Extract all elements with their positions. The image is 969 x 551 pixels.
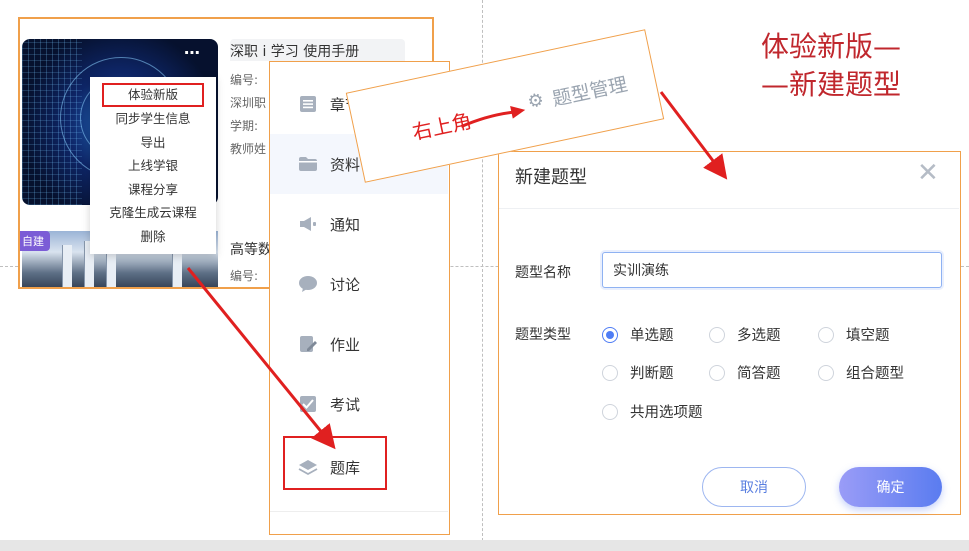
- question-type-kind-label: 题型类型: [515, 327, 571, 343]
- folder-icon: [298, 155, 318, 173]
- radio-single-choice[interactable]: 单选题: [602, 324, 674, 345]
- radio-short-answer[interactable]: 简答题: [709, 362, 781, 383]
- new-question-type-dialog: 新建题型 ✕ 题型名称 题型类型 单选题 多选题 填空题 判断题 简答题 组合题…: [498, 151, 961, 515]
- menu-item-share-course[interactable]: 课程分享: [90, 178, 216, 202]
- course-info-line-2: 编号:: [230, 269, 259, 283]
- radio-unchecked-icon: [818, 364, 834, 381]
- radio-checked-icon: [602, 326, 618, 343]
- question-bank-highlight: [283, 436, 387, 490]
- sidebar-item-exam[interactable]: 考试: [270, 374, 448, 434]
- radio-label: 单选题: [630, 328, 674, 344]
- sidebar-item-label: 作业: [330, 335, 361, 354]
- radio-label: 组合题型: [846, 366, 904, 382]
- cancel-button[interactable]: 取消: [702, 467, 806, 507]
- list-icon: [298, 95, 318, 113]
- more-options-icon[interactable]: ⋯: [184, 43, 201, 62]
- radio-fill-blank[interactable]: 填空题: [818, 324, 890, 345]
- course-title-2[interactable]: 高等数: [230, 239, 272, 259]
- sidebar-divider: [270, 511, 448, 512]
- sidebar-item-label: 考试: [330, 395, 361, 414]
- menu-item-clone-cloud-course[interactable]: 克隆生成云课程: [90, 201, 216, 225]
- exam-icon: [298, 395, 318, 413]
- sidebar-item-label: 讨论: [330, 275, 361, 294]
- radio-shared-options[interactable]: 共用选项题: [602, 401, 703, 422]
- menu-item-export[interactable]: 导出: [90, 131, 216, 155]
- megaphone-icon: [298, 215, 318, 233]
- annotation-line-2: —新建题型: [761, 68, 902, 101]
- radio-unchecked-icon: [709, 364, 725, 381]
- callout-arrow: [460, 105, 526, 128]
- course-card-info-2: 高等数 编号:: [230, 239, 272, 284]
- dialog-title: 新建题型: [515, 167, 587, 188]
- question-type-management-link[interactable]: 题型管理: [550, 69, 630, 111]
- chat-bubble-icon: [298, 275, 318, 293]
- sidebar-item-label: 通知: [330, 215, 361, 234]
- radio-unchecked-icon: [602, 364, 618, 381]
- radio-label: 共用选项题: [630, 405, 703, 421]
- context-menu: 体验新版 同步学生信息 导出 上线学银 课程分享 克隆生成云课程 删除: [90, 77, 216, 254]
- radio-true-false[interactable]: 判断题: [602, 362, 674, 383]
- question-type-name-input[interactable]: [602, 252, 942, 288]
- sidebar-item-notices[interactable]: 通知: [270, 194, 448, 254]
- radio-label: 填空题: [846, 328, 890, 344]
- close-icon[interactable]: ✕: [917, 160, 939, 186]
- radio-multiple-choice[interactable]: 多选题: [709, 324, 781, 345]
- dialog-divider: [499, 208, 959, 209]
- sidebar-item-discussion[interactable]: 讨论: [270, 254, 448, 314]
- radio-label: 多选题: [737, 328, 781, 344]
- annotation-line-1: 体验新版—: [761, 30, 902, 63]
- menu-item-try-new-version[interactable]: 体验新版: [102, 83, 204, 107]
- radio-combined[interactable]: 组合题型: [818, 362, 904, 383]
- confirm-button[interactable]: 确定: [839, 467, 942, 507]
- radio-unchecked-icon: [602, 403, 618, 420]
- menu-item-publish-xueyin[interactable]: 上线学银: [90, 154, 216, 178]
- radio-unchecked-icon: [709, 326, 725, 343]
- course-title[interactable]: 深职 i 学习 使用手册: [230, 41, 430, 61]
- menu-item-delete[interactable]: 删除: [90, 225, 216, 249]
- radio-label: 简答题: [737, 366, 781, 382]
- annotation-title: 体验新版— —新建题型: [761, 28, 901, 104]
- sidebar-item-homework[interactable]: 作业: [270, 314, 448, 374]
- question-type-name-label: 题型名称: [515, 265, 571, 281]
- radio-unchecked-icon: [818, 326, 834, 343]
- gear-icon[interactable]: ⚙: [526, 89, 546, 113]
- edit-document-icon: [298, 335, 318, 353]
- menu-item-sync-students[interactable]: 同步学生信息: [90, 107, 216, 131]
- self-built-badge: 自建: [20, 231, 50, 251]
- radio-label: 判断题: [630, 366, 674, 382]
- bottom-bar: [0, 540, 969, 551]
- sidebar-item-label: 资料: [330, 155, 361, 174]
